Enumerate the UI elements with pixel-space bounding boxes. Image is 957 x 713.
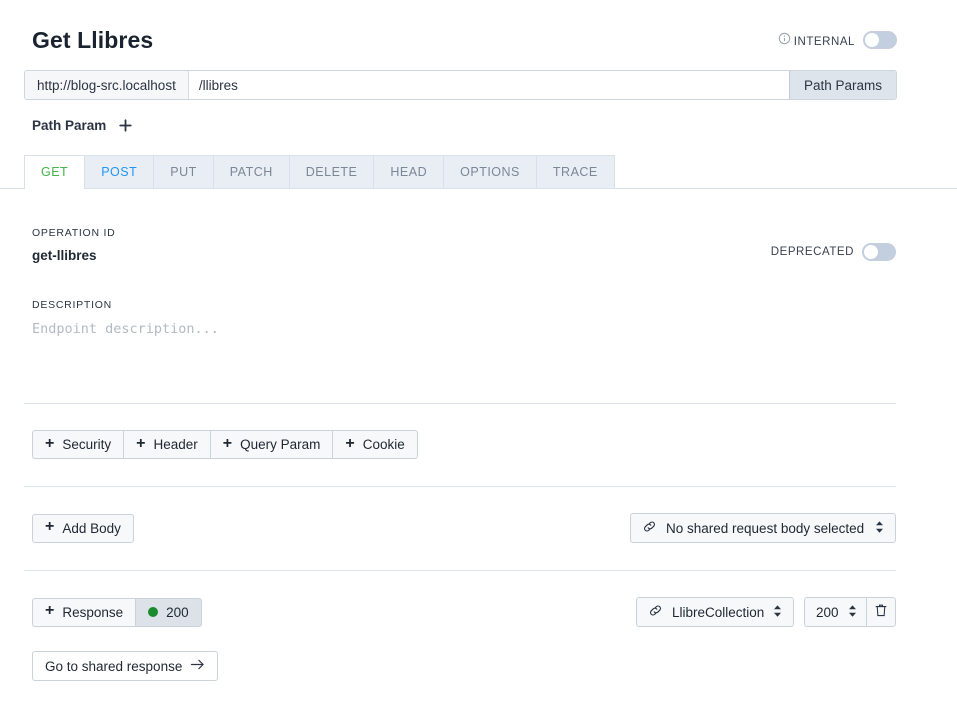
tab-put[interactable]: PUT bbox=[153, 155, 213, 188]
add-body-button[interactable]: + Add Body bbox=[32, 513, 134, 543]
add-cookie-button[interactable]: + Cookie bbox=[332, 430, 418, 459]
tab-get[interactable]: GET bbox=[24, 155, 85, 189]
go-to-shared-response-label: Go to shared response bbox=[45, 658, 183, 674]
go-to-shared-response-row: Go to shared response bbox=[32, 627, 896, 681]
shared-response-select[interactable]: LlibreCollection bbox=[636, 597, 794, 627]
path-param-row: Path Param bbox=[0, 100, 957, 134]
plus-icon: + bbox=[345, 434, 355, 452]
add-query-param-label: Query Param bbox=[240, 437, 321, 452]
operation-id-field: OPERATION ID get-llibres bbox=[32, 227, 115, 263]
status-code-group: 200 bbox=[804, 597, 896, 627]
deprecated-switch[interactable] bbox=[862, 243, 896, 261]
path-params-button[interactable]: Path Params bbox=[788, 71, 896, 99]
tab-delete[interactable]: DELETE bbox=[288, 155, 374, 188]
shared-request-body-select[interactable]: No shared request body selected bbox=[630, 513, 896, 543]
deprecated-toggle-group: DEPRECATED bbox=[771, 243, 896, 261]
add-header-label: Header bbox=[153, 437, 198, 452]
link-chain-icon bbox=[648, 603, 663, 621]
info-circle-icon bbox=[778, 32, 791, 45]
description-input[interactable]: Endpoint description... bbox=[32, 321, 896, 337]
method-tabs: GET POST PUT PATCH DELETE HEAD OPTIONS T… bbox=[0, 155, 957, 189]
response-controls: LlibreCollection 200 bbox=[636, 597, 896, 627]
plus-icon: + bbox=[45, 518, 55, 535]
add-path-param-plus-icon[interactable] bbox=[116, 116, 134, 134]
chevron-updown-icon bbox=[875, 520, 884, 537]
url-host-prefix: http://blog-src.localhost bbox=[25, 71, 189, 99]
add-security-label: Security bbox=[62, 437, 112, 452]
add-cookie-label: Cookie bbox=[362, 437, 405, 452]
add-security-button[interactable]: + Security bbox=[32, 430, 124, 459]
response-status-tab-200[interactable]: 200 bbox=[135, 597, 202, 627]
tab-head[interactable]: HEAD bbox=[373, 155, 444, 188]
plus-icon: + bbox=[45, 602, 55, 619]
add-param-section: + Security + Header + Query Param + Cook… bbox=[0, 404, 957, 459]
response-status-tab-label: 200 bbox=[166, 604, 189, 620]
response-button-group: + Response 200 bbox=[32, 597, 202, 627]
endpoint-editor-page: Get Llibres INTERNAL http://blog-src.loc… bbox=[0, 0, 957, 713]
tab-trace[interactable]: TRACE bbox=[535, 155, 615, 188]
operation-id-label: OPERATION ID bbox=[32, 227, 116, 239]
go-to-shared-response-button[interactable]: Go to shared response bbox=[32, 651, 219, 681]
tab-options[interactable]: OPTIONS bbox=[443, 155, 536, 188]
internal-toggle-group: INTERNAL bbox=[778, 31, 897, 49]
arrow-right-icon bbox=[190, 658, 205, 674]
deprecated-label: DEPRECATED bbox=[770, 246, 854, 258]
page-header: Get Llibres INTERNAL bbox=[0, 0, 957, 64]
plus-icon: + bbox=[136, 434, 146, 452]
status-code-value: 200 bbox=[816, 604, 839, 620]
description-section: DESCRIPTION Endpoint description... bbox=[0, 263, 957, 337]
chevron-updown-icon bbox=[773, 604, 782, 621]
internal-label: INTERNAL bbox=[778, 32, 855, 48]
chevron-updown-icon bbox=[848, 604, 857, 621]
add-response-button[interactable]: + Response bbox=[32, 597, 136, 627]
description-label: DESCRIPTION bbox=[32, 299, 113, 311]
link-chain-icon bbox=[642, 519, 657, 537]
internal-switch[interactable] bbox=[863, 31, 897, 49]
url-bar-wrapper: http://blog-src.localhost Path Params bbox=[0, 64, 957, 100]
tab-post[interactable]: POST bbox=[84, 155, 154, 188]
shared-request-body-value: No shared request body selected bbox=[666, 520, 865, 536]
plus-icon: + bbox=[222, 434, 233, 452]
shared-response-value: LlibreCollection bbox=[672, 604, 765, 620]
add-header-button[interactable]: + Header bbox=[123, 430, 210, 459]
plus-icon: + bbox=[45, 434, 55, 452]
request-body-section: + Add Body No shared request body select… bbox=[0, 487, 957, 543]
operation-id-section: OPERATION ID get-llibres DEPRECATED bbox=[0, 189, 957, 263]
page-title: Get Llibres bbox=[32, 26, 154, 53]
url-bar: http://blog-src.localhost Path Params bbox=[24, 70, 897, 100]
add-response-label: Response bbox=[62, 604, 124, 620]
add-query-param-button[interactable]: + Query Param bbox=[209, 430, 333, 459]
response-section: + Response 200 LlibreCollection 200 Go t… bbox=[0, 571, 957, 681]
status-code-select[interactable]: 200 bbox=[804, 597, 866, 627]
trash-icon bbox=[874, 603, 888, 621]
add-body-label: Add Body bbox=[62, 520, 121, 536]
delete-response-button[interactable] bbox=[866, 597, 896, 627]
status-dot-icon bbox=[148, 607, 159, 617]
url-path-input[interactable] bbox=[188, 71, 789, 99]
internal-label-text: INTERNAL bbox=[793, 36, 855, 48]
operation-id-value[interactable]: get-llibres bbox=[32, 248, 115, 263]
path-param-label: Path Param bbox=[32, 117, 107, 133]
tab-patch[interactable]: PATCH bbox=[212, 155, 289, 188]
add-param-button-group: + Security + Header + Query Param + Cook… bbox=[32, 430, 418, 459]
